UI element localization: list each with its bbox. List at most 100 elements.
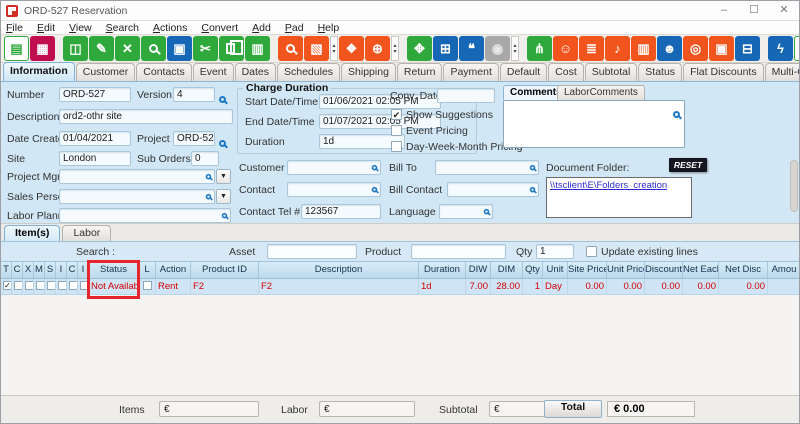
column-header-flag-x[interactable]: X bbox=[23, 262, 34, 278]
new-document-icon[interactable]: ▤ bbox=[4, 36, 29, 61]
delete-icon[interactable]: ✕ bbox=[115, 36, 140, 61]
labor-planner-field[interactable] bbox=[59, 208, 231, 223]
row-flag-checkbox[interactable] bbox=[69, 281, 78, 290]
column-header-qty[interactable]: Qty bbox=[523, 262, 543, 278]
column-header-flag-s[interactable]: S bbox=[45, 262, 56, 278]
layout-grid-icon[interactable]: ⊞ bbox=[433, 36, 458, 61]
paste-icon[interactable]: ▥ bbox=[245, 36, 270, 61]
version-lookup-icon[interactable] bbox=[219, 90, 226, 108]
labor-notes-icon[interactable]: ♪ bbox=[605, 36, 630, 61]
copy-special-icon[interactable]: ▣ bbox=[167, 36, 192, 61]
bill-to-field[interactable] bbox=[435, 160, 539, 175]
column-header-flag-c[interactable]: C bbox=[67, 262, 78, 278]
language-field[interactable] bbox=[439, 204, 493, 219]
row-flag-checkbox[interactable] bbox=[14, 281, 23, 290]
column-header-description[interactable]: Description bbox=[259, 262, 419, 278]
comments-box[interactable] bbox=[503, 100, 685, 148]
tab-default[interactable]: Default bbox=[500, 63, 547, 81]
menu-edit[interactable]: Edit bbox=[37, 22, 55, 34]
menu-pad[interactable]: Pad bbox=[285, 22, 304, 34]
row-l-checkbox[interactable] bbox=[143, 281, 152, 290]
project-mgr-lookup-icon[interactable] bbox=[206, 174, 212, 180]
tab-contacts[interactable]: Contacts bbox=[136, 63, 191, 81]
transport-truck-icon[interactable]: ⊟ bbox=[735, 36, 760, 61]
column-header-duration[interactable]: Duration bbox=[419, 262, 466, 278]
menu-convert[interactable]: Convert bbox=[201, 22, 238, 34]
column-header-diw[interactable]: DIW bbox=[466, 262, 491, 278]
tab-flat-discounts[interactable]: Flat Discounts bbox=[683, 63, 764, 81]
menu-actions[interactable]: Actions bbox=[153, 22, 187, 34]
site-field[interactable]: London bbox=[59, 151, 131, 166]
tab-cost[interactable]: Cost bbox=[548, 63, 584, 81]
sales-person-dropdown[interactable]: ▼ bbox=[216, 189, 231, 204]
tab-status[interactable]: Status bbox=[638, 63, 682, 81]
scrollbar[interactable] bbox=[790, 160, 798, 212]
column-header-site-price[interactable]: Site Price bbox=[568, 262, 607, 278]
tab-shipping[interactable]: Shipping bbox=[341, 63, 396, 81]
tab-information[interactable]: Information bbox=[3, 62, 75, 81]
tab-subtotal[interactable]: Subtotal bbox=[585, 63, 638, 81]
search-icon[interactable] bbox=[141, 36, 166, 61]
components-icon[interactable]: ❖ bbox=[339, 36, 364, 61]
day-week-month-pricing-checkbox[interactable] bbox=[391, 141, 402, 152]
show-suggestions-checkbox[interactable] bbox=[391, 109, 402, 120]
bill-contact-field[interactable] bbox=[447, 182, 539, 197]
exit-icon[interactable]: ⇥ bbox=[794, 36, 800, 61]
update-existing-lines-checkbox[interactable] bbox=[586, 246, 597, 257]
save-icon[interactable]: ◫ bbox=[63, 36, 88, 61]
expand-icon[interactable]: ✥ bbox=[407, 36, 432, 61]
column-header-flag-i[interactable]: I bbox=[56, 262, 67, 278]
camera-disabled-icon[interactable]: ◉ bbox=[485, 36, 510, 61]
sales-person-lookup-icon[interactable] bbox=[206, 194, 212, 200]
close-button[interactable]: ✕ bbox=[769, 1, 799, 20]
financials-icon[interactable]: ◎ bbox=[683, 36, 708, 61]
contact-lookup-icon[interactable] bbox=[372, 187, 378, 193]
contact-chat-icon[interactable]: ☻ bbox=[657, 36, 682, 61]
row-flag-checkbox-checked[interactable]: ✓ bbox=[3, 281, 12, 290]
description-field[interactable]: ord2-othr site bbox=[59, 109, 233, 124]
product-input[interactable] bbox=[411, 244, 506, 259]
menu-help[interactable]: Help bbox=[318, 22, 340, 34]
package-spinner[interactable] bbox=[330, 36, 338, 61]
end-datetime-field[interactable]: 01/07/2021 02:05 PM bbox=[319, 114, 441, 129]
column-header-flag-m[interactable]: M bbox=[34, 262, 45, 278]
column-header-flag-c[interactable]: C bbox=[12, 262, 23, 278]
version-field[interactable]: 4 bbox=[173, 87, 215, 102]
minimize-button[interactable]: – bbox=[709, 1, 739, 20]
camera-spinner[interactable] bbox=[511, 36, 519, 61]
workflow-icon[interactable]: ⋔ bbox=[527, 36, 552, 61]
add-to-cart-icon[interactable]: ⊕ bbox=[365, 36, 390, 61]
tab-return[interactable]: Return bbox=[397, 63, 443, 81]
row-flag-checkbox[interactable] bbox=[58, 281, 67, 290]
total-button[interactable]: Total bbox=[544, 400, 602, 418]
column-header-flag-t[interactable]: T bbox=[1, 262, 12, 278]
column-header-net-each[interactable]: Net Each bbox=[683, 262, 719, 278]
asset-input[interactable] bbox=[267, 244, 357, 259]
tab-schedules[interactable]: Schedules bbox=[277, 63, 340, 81]
document-folder-link[interactable]: \\tsclient\E\Folders_creation bbox=[550, 180, 667, 191]
row-flag-checkbox[interactable] bbox=[36, 281, 45, 290]
column-header-net-disc[interactable]: Net Disc bbox=[719, 262, 768, 278]
comments-lookup-icon[interactable] bbox=[673, 111, 680, 118]
cut-icon[interactable]: ✂ bbox=[193, 36, 218, 61]
customer-field[interactable] bbox=[287, 160, 381, 175]
quick-actions-icon[interactable]: ϟ bbox=[768, 36, 793, 61]
tab-labor[interactable]: Labor bbox=[62, 225, 111, 241]
qty-input[interactable]: 1 bbox=[536, 244, 574, 259]
project-lookup-icon[interactable] bbox=[219, 134, 226, 152]
tab-item-s-[interactable]: Item(s) bbox=[4, 225, 60, 241]
project-field[interactable]: ORD-527 bbox=[173, 131, 215, 146]
copy-icon[interactable] bbox=[219, 36, 244, 61]
tab-event[interactable]: Event bbox=[193, 63, 234, 81]
contact-field[interactable] bbox=[287, 182, 381, 197]
sub-orders-field[interactable]: 0 bbox=[191, 151, 219, 166]
contract-icon[interactable]: ≣ bbox=[579, 36, 604, 61]
edit-icon[interactable]: ✎ bbox=[89, 36, 114, 61]
row-flag-checkbox[interactable] bbox=[47, 281, 56, 290]
column-header-amou[interactable]: Amou bbox=[768, 262, 800, 278]
package-icon[interactable]: ▧ bbox=[304, 36, 329, 61]
crew-smiley-icon[interactable]: ☺ bbox=[553, 36, 578, 61]
bill-contact-lookup-icon[interactable] bbox=[530, 187, 536, 193]
menu-view[interactable]: View bbox=[69, 22, 92, 34]
customer-lookup-icon[interactable] bbox=[372, 165, 378, 171]
